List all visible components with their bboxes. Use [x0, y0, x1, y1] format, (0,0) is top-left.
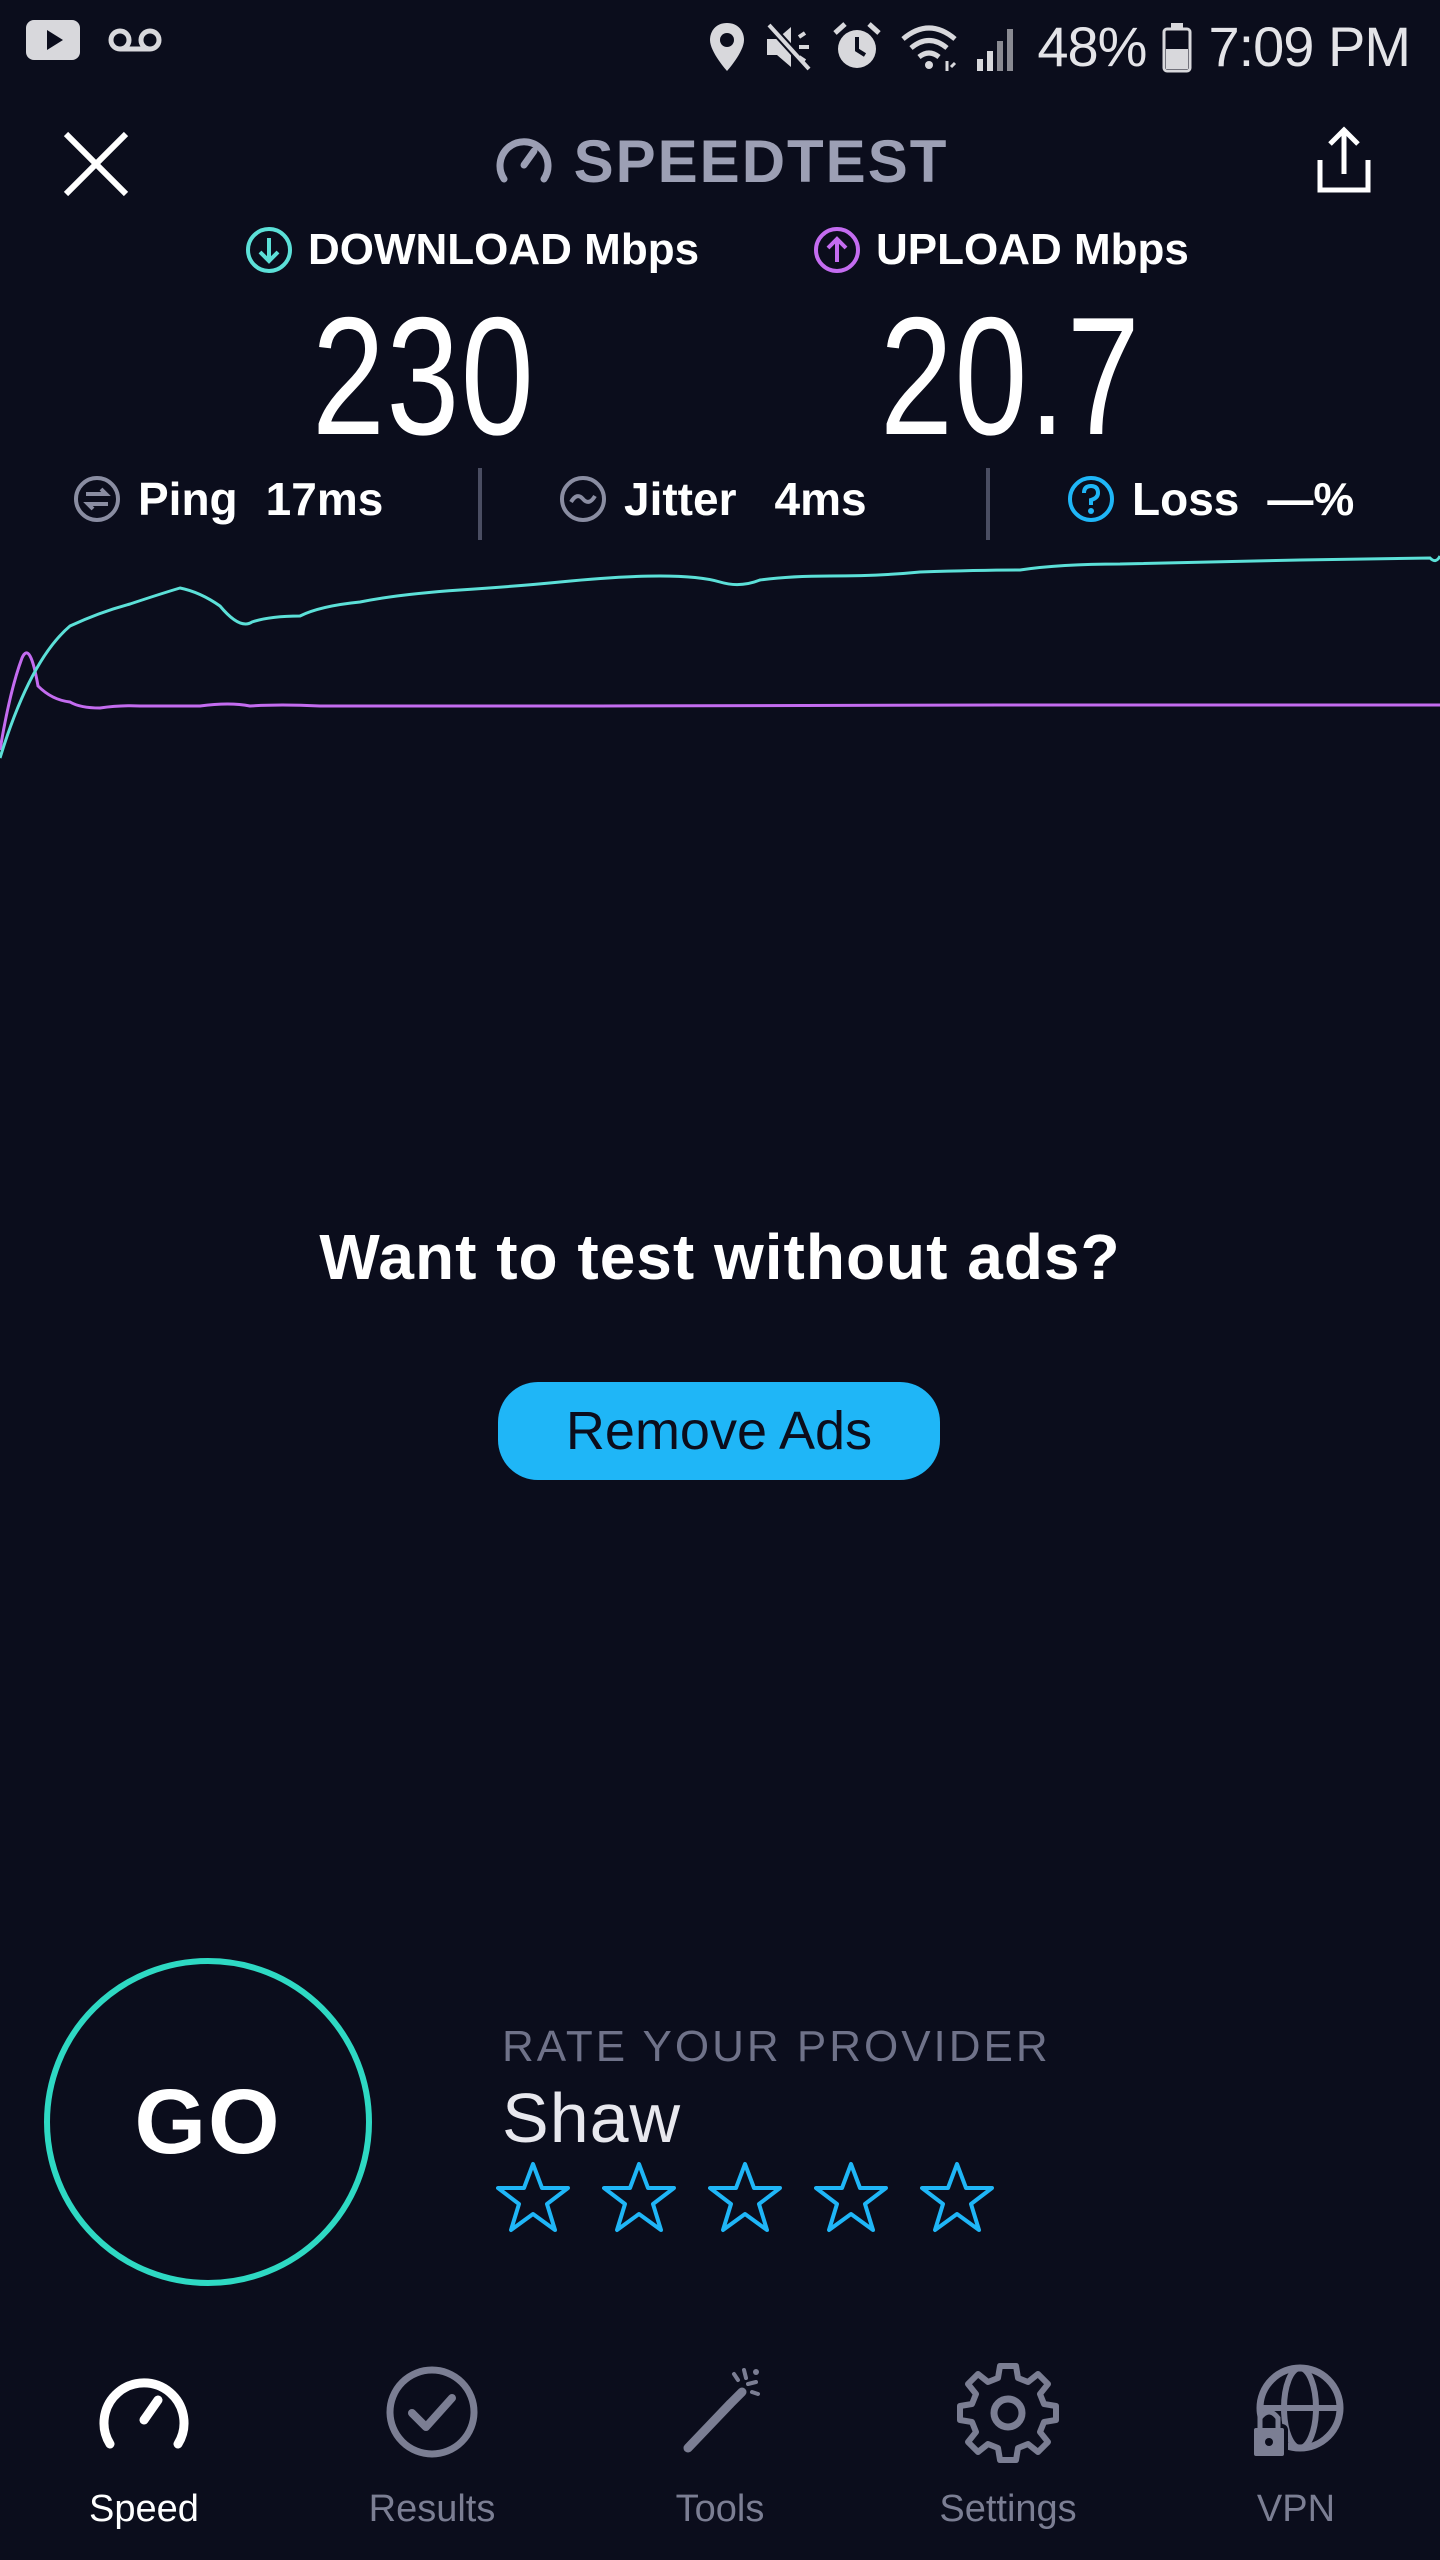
upload-graph-line [0, 651, 1440, 751]
battery-icon [1162, 22, 1192, 72]
share-button[interactable] [1304, 122, 1384, 202]
tab-speed[interactable]: Speed [44, 2360, 244, 2540]
ping-label: Ping [138, 473, 238, 525]
app-title-text: SPEEDTEST [573, 127, 949, 195]
help-icon[interactable] [1066, 474, 1116, 524]
provider-name: Shaw [502, 2079, 682, 2157]
tab-tools[interactable]: Tools [620, 2360, 820, 2540]
promo-title: Want to test without ads? [319, 1221, 1121, 1293]
stat-divider [478, 468, 482, 540]
settings-icon [957, 2363, 1059, 2463]
upload-header: UPLOAD Mbps [812, 222, 1189, 278]
status-left [26, 20, 162, 60]
tab-label: Settings [939, 2488, 1077, 2530]
ping-stat: Ping 17ms [72, 464, 383, 534]
rate-provider-label: RATE YOUR PROVIDER [502, 2022, 1051, 2071]
tab-vpn[interactable]: VPN [1196, 2360, 1396, 2540]
loss-value: —% [1267, 473, 1355, 525]
speed-graph [0, 555, 1440, 759]
stat-divider [986, 468, 990, 540]
wifi-icon [901, 25, 957, 71]
speedtest-logo-icon [496, 138, 552, 183]
download-icon [246, 227, 292, 273]
tab-label: Tools [675, 2488, 765, 2530]
download-header: DOWNLOAD Mbps [244, 222, 699, 278]
tab-results[interactable]: Results [332, 2360, 532, 2540]
speed-icon [99, 2378, 189, 2449]
download-value: 230 [312, 282, 536, 470]
location-icon [710, 22, 745, 71]
tools-icon [683, 2368, 760, 2453]
jitter-value: 4ms [774, 473, 867, 525]
status-bar: 48% 7:09 PM [0, 0, 1440, 96]
mute-icon [766, 21, 813, 72]
upload-value: 20.7 [880, 282, 1142, 470]
remove-ads-button[interactable]: Remove Ads [498, 1382, 940, 1480]
tab-label: Results [368, 2488, 496, 2530]
share-icon [1317, 126, 1371, 193]
tab-settings[interactable]: Settings [908, 2360, 1108, 2540]
loss-stat[interactable]: Loss —% [1066, 464, 1354, 534]
download-graph-line [0, 555, 1440, 759]
star-icon[interactable] [920, 2160, 994, 2234]
signal-icon [977, 28, 1014, 71]
youtube-icon [26, 20, 80, 60]
star-icon[interactable] [814, 2160, 888, 2234]
alarm-icon [833, 21, 882, 68]
tab-label: VPN [1256, 2488, 1336, 2530]
jitter-icon [560, 476, 606, 522]
jitter-stat: Jitter 4ms [558, 464, 867, 534]
status-right: 48% 7:09 PM [707, 14, 1411, 79]
star-icon[interactable] [602, 2160, 676, 2234]
star-icon[interactable] [496, 2160, 570, 2234]
star-icon[interactable] [708, 2160, 782, 2234]
go-button[interactable]: GO [44, 1958, 372, 2286]
voicemail-icon [108, 28, 162, 52]
upload-icon [814, 227, 860, 273]
star-rating [496, 2160, 994, 2234]
vpn-icon [1250, 2364, 1344, 2460]
ping-icon [74, 476, 120, 522]
clock: 7:09 PM [1208, 15, 1411, 78]
tab-label: Speed [89, 2488, 199, 2530]
ping-value: 17ms [265, 473, 384, 525]
jitter-label: Jitter [624, 473, 737, 525]
download-label: DOWNLOAD Mbps [308, 225, 700, 274]
results-icon [386, 2366, 478, 2458]
upload-label: UPLOAD Mbps [876, 225, 1189, 274]
loss-label: Loss [1132, 473, 1240, 525]
battery-percent: 48% [1037, 15, 1147, 78]
app-title: SPEEDTEST [0, 124, 1440, 198]
